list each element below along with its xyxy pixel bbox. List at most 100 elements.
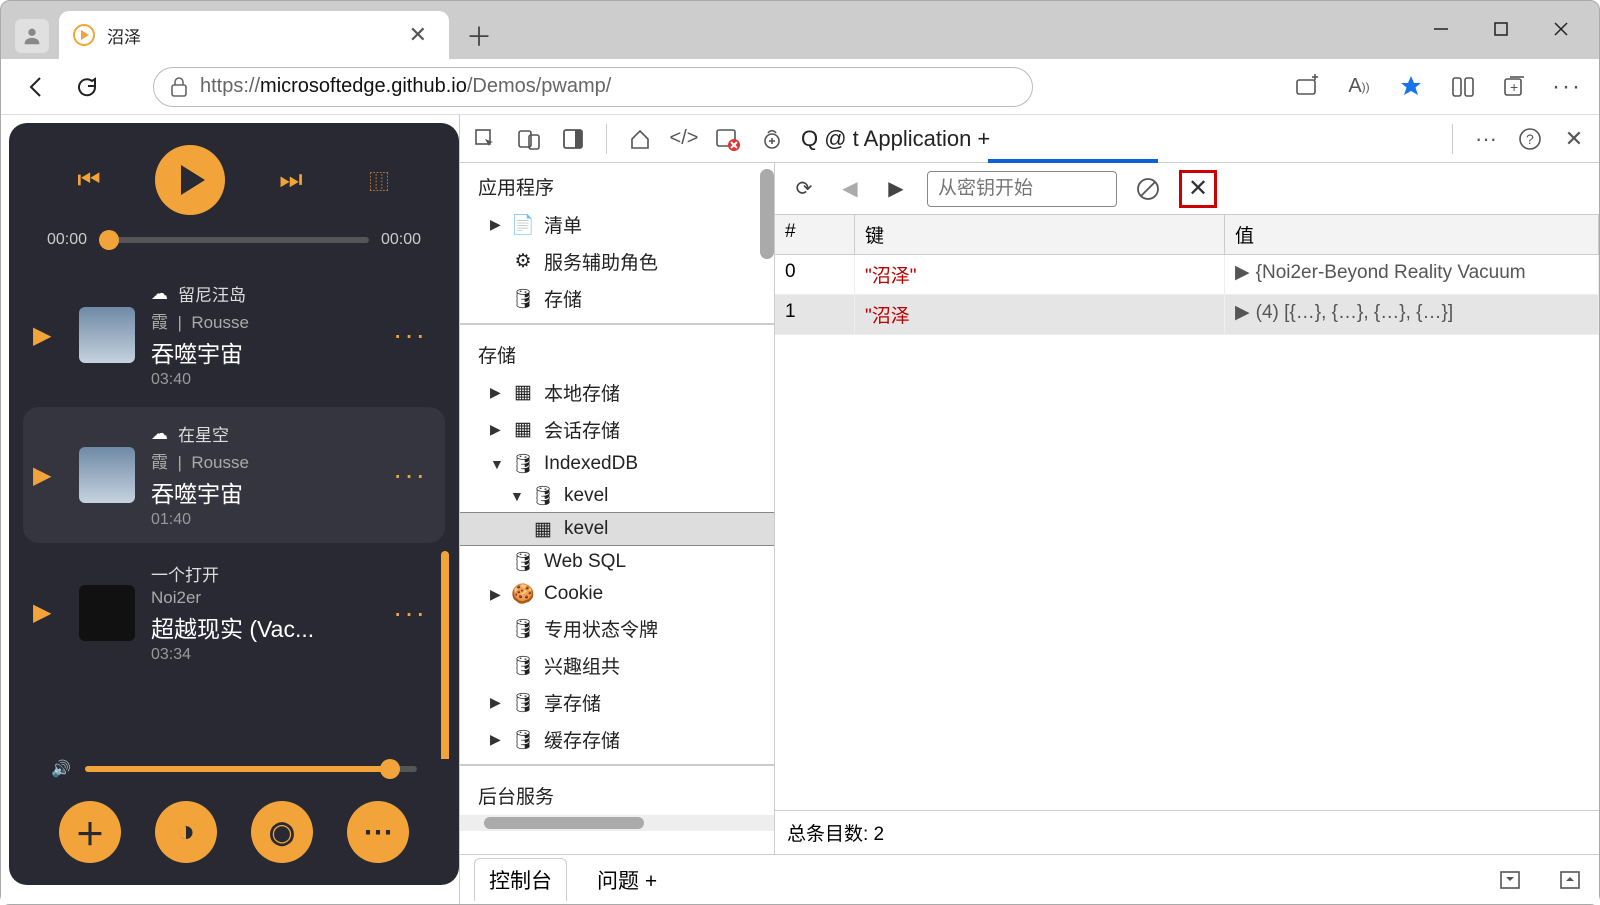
tree-item-idb-store[interactable]: ▦kevel: [460, 512, 774, 546]
split-screen-icon[interactable]: [1449, 73, 1477, 101]
tree-item-manifest[interactable]: ▶📄清单: [460, 206, 774, 243]
prev-track-button[interactable]: ⏮: [67, 158, 111, 202]
clear-object-store-icon[interactable]: [1133, 174, 1163, 204]
tab-close-button[interactable]: ✕: [401, 18, 435, 52]
add-button[interactable]: ＋: [59, 801, 121, 863]
song-play-icon[interactable]: ▶: [33, 321, 63, 350]
new-tab-button[interactable]: ＋: [459, 15, 499, 55]
devtools-help-icon[interactable]: ?: [1515, 124, 1545, 154]
inspect-icon[interactable]: [470, 124, 500, 154]
profile-avatar[interactable]: [15, 19, 49, 53]
read-aloud-icon[interactable]: A)): [1345, 73, 1373, 101]
song-play-icon[interactable]: ▶: [33, 461, 63, 490]
col-key-header[interactable]: 键: [855, 215, 1225, 254]
table-row[interactable]: 1 "沼泽 ▶(4) [{…}, {…}, {…}, {…}]: [775, 295, 1599, 335]
song-artist: 霞: [151, 313, 168, 332]
window-minimize-button[interactable]: [1411, 9, 1471, 49]
song-play-icon[interactable]: ▶: [33, 598, 63, 627]
record-button[interactable]: ◉: [251, 801, 313, 863]
table-header: # 键 值: [775, 215, 1599, 255]
song-menu-icon[interactable]: ···: [393, 319, 427, 351]
playlist: ▶ ☁留尼汪岛 霞 | Rousse 吞噬宇宙 03:40 ··· ▶: [17, 263, 451, 759]
window-close-button[interactable]: [1531, 9, 1591, 49]
progress-slider[interactable]: [99, 237, 369, 243]
devtools-more-icon[interactable]: ···: [1471, 124, 1501, 154]
tree-section-storage: 存储: [460, 331, 774, 374]
expand-icon[interactable]: ▶: [1235, 262, 1250, 283]
tree-item-idb-database[interactable]: ▼🛢kevel: [460, 480, 774, 512]
dock-side-icon[interactable]: [558, 124, 588, 154]
svg-text:?: ?: [1526, 131, 1534, 147]
bottom-actions: ＋ ◑ ◉ ⋯: [17, 779, 451, 867]
cell-key: "沼泽": [855, 255, 1225, 294]
sources-panel-icon[interactable]: [757, 124, 787, 154]
elements-panel-icon[interactable]: </>: [669, 124, 699, 154]
song-item[interactable]: ▶ ☁在星空 霞 | Rousse 吞噬宇宙 01:40 ···: [23, 407, 445, 543]
next-track-button[interactable]: ⏭: [269, 158, 313, 202]
tab-favicon-play-icon: [73, 24, 95, 46]
tree-item-private-state[interactable]: 🛢专用状态令牌: [460, 610, 774, 647]
tree-item-indexeddb[interactable]: ▼🛢IndexedDB: [460, 448, 774, 480]
tree-item-cookie[interactable]: ▶🍪Cookie: [460, 578, 774, 610]
devtools-tab-label[interactable]: Q @ t Application +: [801, 126, 990, 152]
next-page-icon[interactable]: ▶: [881, 174, 911, 204]
tree-item-service-workers[interactable]: ⚙服务辅助角色: [460, 243, 774, 280]
gear-icon: ⚙: [512, 251, 534, 273]
tree-item-storage[interactable]: 🛢存储: [460, 280, 774, 317]
more-menu-icon[interactable]: ···: [1553, 73, 1581, 101]
favorite-star-icon[interactable]: [1397, 73, 1425, 101]
console-errors-icon[interactable]: [713, 124, 743, 154]
content-area: ⏮ ⏭ ⿲ 00:00 00:00 ▶ ☁留尼汪岛: [1, 115, 1599, 904]
tree-scrollbar[interactable]: [760, 169, 774, 259]
tree-item-interest-group[interactable]: 🛢兴趣组共: [460, 647, 774, 684]
url-box[interactable]: https://microsoftedge.github.io/Demos/pw…: [153, 67, 1033, 107]
app-install-icon[interactable]: [1293, 73, 1321, 101]
visualizer-icon[interactable]: ⿲: [357, 158, 401, 202]
drawer-tab-issues[interactable]: 问题 +: [597, 865, 657, 895]
welcome-panel-icon[interactable]: [625, 124, 655, 154]
browser-tab[interactable]: 沼泽 ✕: [59, 11, 449, 59]
table-row[interactable]: 0 "沼泽" ▶{Noi2er-Beyond Reality Vacuum: [775, 255, 1599, 295]
tree-item-shared-storage[interactable]: ▶🛢享存储: [460, 684, 774, 721]
idb-table: # 键 值 0 "沼泽" ▶{Noi2er-Beyond Reality Vac…: [775, 215, 1599, 810]
devtools-close-icon[interactable]: ✕: [1559, 124, 1589, 154]
col-index-header[interactable]: #: [775, 215, 855, 254]
cell-value: ▶{Noi2er-Beyond Reality Vacuum: [1225, 255, 1599, 294]
delete-selected-button[interactable]: ✕: [1179, 170, 1217, 208]
tree-item-local-storage[interactable]: ▶▦本地存储: [460, 374, 774, 411]
play-button[interactable]: [155, 145, 225, 215]
application-tree: 应用程序 ▶📄清单 ⚙服务辅助角色 🛢存储 存储 ▶▦本地存储 ▶▦会话存储 ▼…: [460, 163, 775, 854]
tree-item-session-storage[interactable]: ▶▦会话存储: [460, 411, 774, 448]
song-item[interactable]: ▶ ☁留尼汪岛 霞 | Rousse 吞噬宇宙 03:40 ···: [23, 267, 445, 403]
collections-icon[interactable]: +: [1501, 73, 1529, 101]
tree-item-websql[interactable]: 🛢Web SQL: [460, 546, 774, 578]
device-toggle-icon[interactable]: [514, 124, 544, 154]
theme-button[interactable]: ◑: [155, 801, 217, 863]
volume-slider[interactable]: [85, 766, 417, 772]
url-text: https://microsoftedge.github.io/Demos/pw…: [200, 75, 611, 98]
grid-icon: ▦: [512, 382, 534, 404]
song-artist: 霞: [151, 453, 168, 472]
key-filter-input[interactable]: [927, 171, 1117, 207]
expand-icon[interactable]: ▶: [1235, 302, 1250, 323]
tree-h-scrollbar[interactable]: [460, 815, 774, 831]
volume-icon[interactable]: 🔊: [51, 759, 71, 779]
song-menu-icon[interactable]: ···: [393, 597, 427, 629]
more-button[interactable]: ⋯: [347, 801, 409, 863]
idb-footer: 总条目数: 2: [775, 810, 1599, 854]
prev-page-icon[interactable]: ◀: [835, 174, 865, 204]
song-menu-icon[interactable]: ···: [393, 459, 427, 491]
song-duration: 03:34: [151, 646, 377, 664]
tree-item-cache-storage[interactable]: ▶🛢缓存存储: [460, 721, 774, 758]
drawer-expand-icon[interactable]: [1495, 865, 1525, 895]
back-button[interactable]: [19, 69, 55, 105]
cookie-icon: 🍪: [512, 583, 534, 605]
song-item[interactable]: ▶ 一个打开 Noi2er 超越现实 (Vac... 03:34 ···: [23, 547, 445, 678]
devtools-tabbar: </> Q @ t Application + ··· ? ✕: [460, 115, 1599, 163]
drawer-tab-console[interactable]: 控制台: [474, 858, 567, 901]
refresh-icon[interactable]: ⟳: [789, 174, 819, 204]
refresh-button[interactable]: [69, 69, 105, 105]
col-value-header[interactable]: 值: [1225, 215, 1599, 254]
drawer-collapse-icon[interactable]: [1555, 865, 1585, 895]
window-maximize-button[interactable]: [1471, 9, 1531, 49]
